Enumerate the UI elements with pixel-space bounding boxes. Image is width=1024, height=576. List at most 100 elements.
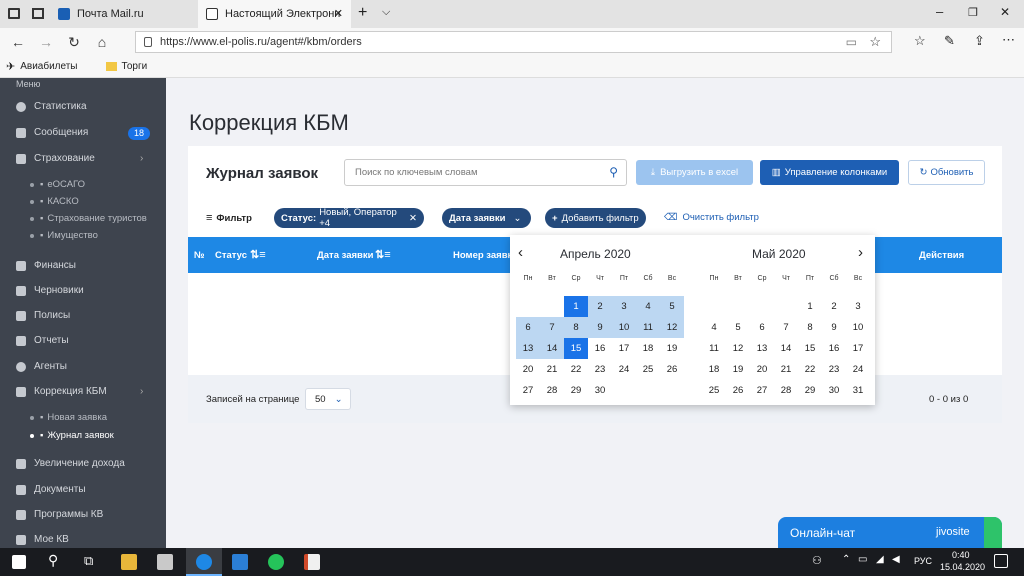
close-window-icon[interactable]: ✕ bbox=[1000, 5, 1010, 19]
sort-icon[interactable]: ⇅≡ bbox=[375, 248, 391, 261]
tab-list-chevron-icon[interactable]: ⌵ bbox=[382, 6, 390, 19]
calendar-day[interactable]: 16 bbox=[588, 338, 612, 359]
calendar-day[interactable]: 2 bbox=[588, 296, 612, 317]
calendar-day[interactable]: 7 bbox=[540, 317, 564, 338]
calendar-day[interactable]: 7 bbox=[774, 317, 798, 338]
calendar-day[interactable]: 13 bbox=[750, 338, 774, 359]
calendar-day[interactable]: 17 bbox=[612, 338, 636, 359]
sidebar-item-messages[interactable]: Сообщения bbox=[16, 127, 88, 138]
chevron-left-icon[interactable]: ‹ bbox=[518, 244, 523, 261]
sidebar-sub-eosago[interactable]: ▪ еОСАГО bbox=[30, 179, 85, 190]
calendar-day[interactable]: 27 bbox=[750, 380, 774, 401]
manage-columns-button[interactable]: ▥ Управление колонками bbox=[760, 160, 899, 185]
back-arrow-icon[interactable]: ← bbox=[4, 28, 32, 56]
sidebar-item-my-kv[interactable]: Мое КВ bbox=[16, 534, 69, 545]
search-icon[interactable]: ⚲ bbox=[609, 165, 618, 179]
calendar-day[interactable]: 3 bbox=[846, 296, 870, 317]
calendar-day[interactable]: 24 bbox=[846, 359, 870, 380]
calendar-day[interactable]: 31 bbox=[846, 380, 870, 401]
people-icon[interactable]: ⚇ bbox=[812, 554, 822, 567]
close-tab-icon[interactable]: ✕ bbox=[334, 7, 343, 20]
calendar-day[interactable]: 18 bbox=[702, 359, 726, 380]
close-icon[interactable]: ✕ bbox=[409, 213, 417, 224]
calendar-day[interactable]: 6 bbox=[750, 317, 774, 338]
tab-actions-icon[interactable] bbox=[8, 8, 20, 19]
add-filter-button[interactable]: + Добавить фильтр bbox=[545, 208, 646, 228]
column-status[interactable]: Статус bbox=[215, 250, 247, 261]
address-bar[interactable]: https://www.el-polis.ru/agent#/kbm/order… bbox=[135, 31, 892, 53]
calendar-day[interactable]: 11 bbox=[702, 338, 726, 359]
tab-mail[interactable]: Почта Mail.ru bbox=[50, 0, 196, 28]
reading-view-icon[interactable]: ▭ bbox=[846, 35, 857, 49]
calendar-day[interactable]: 29 bbox=[564, 380, 588, 401]
more-menu-icon[interactable]: ⋯ bbox=[1002, 32, 1015, 48]
sidebar-sub-kasko[interactable]: ▪ КАСКО bbox=[30, 196, 79, 207]
language-indicator[interactable]: РУС bbox=[914, 556, 932, 566]
filter-toggle[interactable]: ≡ Фильтр bbox=[206, 212, 252, 224]
calendar-day[interactable]: 23 bbox=[588, 359, 612, 380]
calendar-day[interactable]: 25 bbox=[636, 359, 660, 380]
calendar-day[interactable]: 21 bbox=[774, 359, 798, 380]
calendar-day[interactable]: 10 bbox=[846, 317, 870, 338]
favorite-flights[interactable]: ✈ Авиабилеты bbox=[6, 60, 92, 73]
date-filter-chip[interactable]: Дата заявки ⌄ bbox=[442, 208, 531, 228]
notifications-icon[interactable] bbox=[994, 554, 1008, 568]
calendar-day[interactable]: 20 bbox=[516, 359, 540, 380]
calendar-day[interactable]: 28 bbox=[774, 380, 798, 401]
clear-filter-button[interactable]: ⌫ Очистить фильтр bbox=[664, 212, 759, 223]
favorites-hub-icon[interactable]: ☆ bbox=[914, 33, 926, 49]
network-icon[interactable]: ◢ bbox=[876, 554, 884, 565]
forward-arrow-icon[interactable]: → bbox=[32, 28, 60, 56]
calendar-day[interactable]: 14 bbox=[774, 338, 798, 359]
export-excel-button[interactable]: ⤓ Выгрузить в excel bbox=[636, 160, 753, 185]
volume-icon[interactable]: ◀ bbox=[892, 554, 900, 565]
chevron-right-icon[interactable]: › bbox=[858, 244, 863, 261]
sidebar-item-documents[interactable]: Документы bbox=[16, 484, 86, 495]
calendar-day[interactable]: 30 bbox=[822, 380, 846, 401]
mail-icon[interactable] bbox=[232, 554, 248, 570]
notes-pen-icon[interactable]: ✎ bbox=[944, 33, 955, 49]
calendar-day[interactable]: 28 bbox=[540, 380, 564, 401]
calendar-day[interactable]: 1 bbox=[564, 296, 588, 317]
calendar-day[interactable]: 4 bbox=[702, 317, 726, 338]
store-icon[interactable] bbox=[157, 554, 173, 570]
file-explorer-icon[interactable] bbox=[121, 554, 137, 570]
chevron-up-icon[interactable]: ⌃ bbox=[842, 554, 850, 565]
sidebar-item-kv-programs[interactable]: Программы КВ bbox=[16, 509, 103, 520]
calendar-day[interactable]: 29 bbox=[798, 380, 822, 401]
sidebar-sub-travel[interactable]: ▪ Страхование туристов bbox=[30, 213, 147, 224]
calendar-day[interactable]: 14 bbox=[540, 338, 564, 359]
calendar-day[interactable]: 24 bbox=[612, 359, 636, 380]
calendar-day[interactable]: 12 bbox=[726, 338, 750, 359]
sidebar-item-agents[interactable]: Агенты bbox=[16, 361, 67, 372]
calendar-day[interactable]: 5 bbox=[660, 296, 684, 317]
column-number[interactable]: № bbox=[194, 250, 205, 261]
sidebar-item-reports[interactable]: Отчеты bbox=[16, 335, 69, 346]
sidebar-item-finance[interactable]: Финансы bbox=[16, 260, 76, 271]
sidebar-sub-property[interactable]: ▪ Имущество bbox=[30, 230, 98, 241]
sidebar-sub-journal[interactable]: ▪ Журнал заявок bbox=[30, 430, 114, 441]
back-tabs-icon[interactable] bbox=[32, 8, 44, 19]
calendar-day[interactable]: 23 bbox=[822, 359, 846, 380]
column-date[interactable]: Дата заявки bbox=[317, 250, 374, 261]
calendar-day[interactable]: 30 bbox=[588, 380, 612, 401]
calendar-day[interactable]: 1 bbox=[798, 296, 822, 317]
search-icon[interactable]: ⚲ bbox=[48, 552, 58, 569]
calendar-day[interactable]: 26 bbox=[726, 380, 750, 401]
calendar-day[interactable]: 2 bbox=[822, 296, 846, 317]
calendar-day[interactable]: 16 bbox=[822, 338, 846, 359]
calendar-day[interactable]: 20 bbox=[750, 359, 774, 380]
sidebar-item-income[interactable]: Увеличение дохода bbox=[16, 458, 125, 469]
calendar-day[interactable]: 6 bbox=[516, 317, 540, 338]
calendar-day[interactable]: 15 bbox=[564, 338, 588, 359]
sidebar-sub-new-request[interactable]: ▪ Новая заявка bbox=[30, 412, 107, 423]
calendar-day[interactable]: 22 bbox=[564, 359, 588, 380]
per-page-select[interactable]: 50 ⌄ bbox=[305, 388, 351, 410]
whatsapp-icon[interactable] bbox=[268, 554, 284, 570]
status-filter-chip[interactable]: Статус: Новый, Оператор +4 ✕ bbox=[274, 207, 424, 229]
calendar-day[interactable]: 12 bbox=[660, 317, 684, 338]
calendar-day[interactable]: 19 bbox=[660, 338, 684, 359]
task-view-icon[interactable]: ⧉ bbox=[84, 553, 93, 569]
calendar-day[interactable]: 4 bbox=[636, 296, 660, 317]
share-icon[interactable]: ⇪ bbox=[974, 33, 985, 49]
